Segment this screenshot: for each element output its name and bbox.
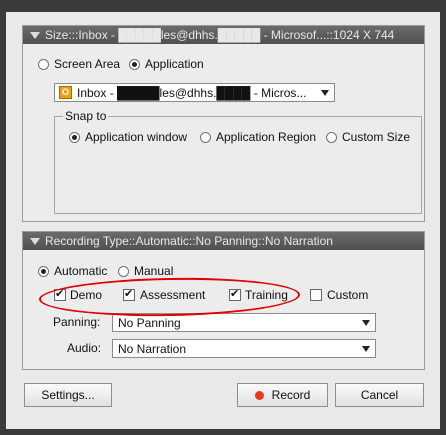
record-dot-icon [254,391,264,400]
audio-dropdown[interactable]: No Narration [112,339,376,358]
outlook-app-icon: O [59,86,72,99]
size-panel-title: Size:::Inbox - █████les@dhhs.█████ - Mic… [45,28,395,42]
audio-label: Audio: [67,341,102,355]
size-panel: Size:::Inbox - █████les@dhhs.█████ - Mic… [22,25,425,222]
automatic-radio[interactable] [38,266,49,277]
window-frame-top [0,0,446,12]
panning-label: Panning: [53,315,101,329]
settings-button-label: Settings... [41,388,95,402]
chevron-down-icon [321,90,329,96]
application-label[interactable]: Application [145,57,204,71]
application-dropdown-value: Inbox - █████les@dhhs.████ - Micros... [77,86,307,100]
snap-custom-size-radio[interactable] [326,132,337,143]
chevron-down-icon [362,346,370,352]
window-frame-bottom [0,429,446,435]
settings-button[interactable]: Settings... [24,383,112,407]
manual-label[interactable]: Manual [134,264,173,278]
recording-panel-header[interactable]: Recording Type::Automatic::No Panning::N… [23,232,424,250]
snap-to-title: Snap to [63,109,109,123]
snap-application-window-label[interactable]: Application window [85,130,187,144]
window-frame-right [440,0,446,435]
screen-area-radio[interactable] [38,59,49,70]
manual-radio[interactable] [118,266,129,277]
audio-dropdown-value: No Narration [118,342,187,356]
snap-application-window-radio[interactable] [69,132,80,143]
collapse-triangle-icon[interactable] [30,238,40,245]
record-button-label: Record [271,388,311,402]
application-dropdown[interactable]: O Inbox - █████les@dhhs.████ - Micros... [54,83,335,102]
chevron-down-icon [362,320,370,326]
snap-to-group: Snap to Application window Application R… [54,109,422,214]
application-radio[interactable] [129,59,140,70]
cancel-button-label: Cancel [360,388,399,402]
snap-application-region-label[interactable]: Application Region [216,130,316,144]
custom-checkbox[interactable] [310,289,322,301]
size-panel-header[interactable]: Size:::Inbox - █████les@dhhs.█████ - Mic… [23,26,424,44]
snap-application-region-radio[interactable] [200,132,211,143]
custom-label[interactable]: Custom [327,288,368,302]
screen-area-label[interactable]: Screen Area [54,57,120,71]
record-button[interactable]: Record [237,383,328,407]
snap-custom-size-label[interactable]: Custom Size [342,130,410,144]
cancel-button[interactable]: Cancel [335,383,424,407]
automatic-label[interactable]: Automatic [54,264,107,278]
collapse-triangle-icon[interactable] [30,32,40,39]
window-frame-left [0,0,6,435]
panning-dropdown-value: No Panning [118,316,181,330]
recording-panel-title: Recording Type::Automatic::No Panning::N… [45,234,333,248]
